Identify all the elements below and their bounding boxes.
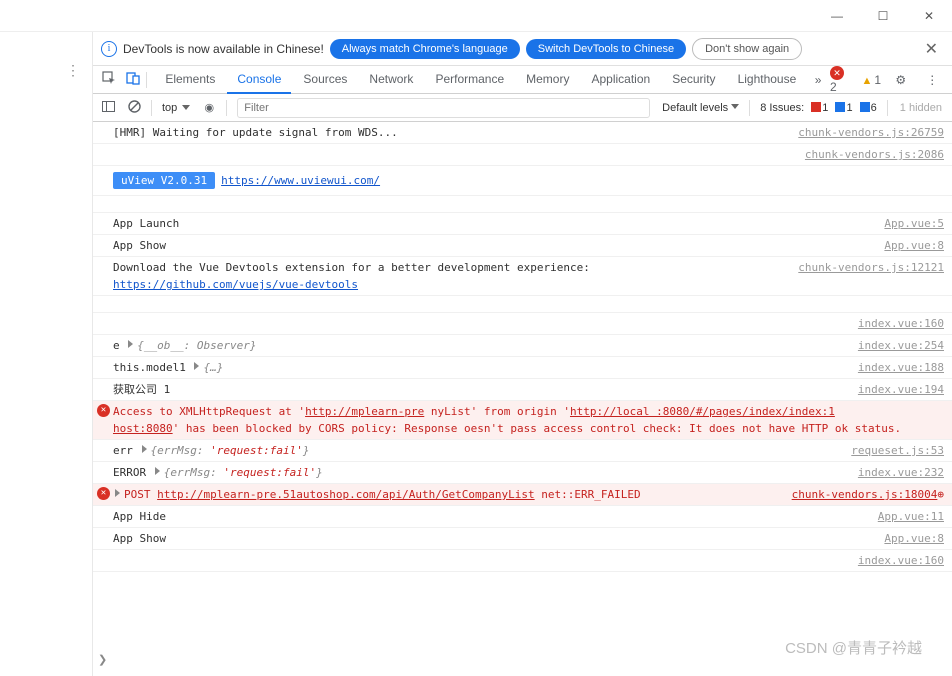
language-infobar: i DevTools is now available in Chinese! … xyxy=(93,32,952,66)
clear-console-icon[interactable] xyxy=(123,100,145,116)
uview-link[interactable]: https://www.uviewui.com/ xyxy=(221,174,380,187)
console-row: ✕POST http://mplearn-pre.51autoshop.com/… xyxy=(93,484,952,506)
source-link[interactable]: index.vue:188 xyxy=(858,361,944,374)
source-link[interactable]: chunk-vendors.js:18004 xyxy=(792,488,938,501)
expand-icon[interactable] xyxy=(194,362,199,370)
dont-show-again-button[interactable]: Don't show again xyxy=(692,38,802,60)
source-link[interactable]: App.vue:8 xyxy=(884,239,944,252)
device-toggle-icon[interactable] xyxy=(121,71,145,88)
tab-performance[interactable]: Performance xyxy=(425,66,514,93)
live-expression-icon[interactable]: ◉ xyxy=(198,101,220,114)
console-row: App ShowApp.vue:8 xyxy=(93,235,952,257)
prompt-caret-icon[interactable]: ❯ xyxy=(98,653,107,666)
vue-devtools-link[interactable]: https://github.com/vuejs/vue-devtools xyxy=(113,278,358,291)
console-row: ✕Access to XMLHttpRequest at 'http://mpl… xyxy=(93,401,952,440)
error-icon: ✕ xyxy=(97,404,110,417)
expand-icon[interactable] xyxy=(115,489,120,497)
switch-chinese-button[interactable]: Switch DevTools to Chinese xyxy=(526,39,686,59)
inspect-icon[interactable] xyxy=(97,71,121,88)
watermark-text: CSDN @青青子衿越 xyxy=(785,637,922,658)
console-row: this.model1 {…}index.vue:188 xyxy=(93,357,952,379)
always-match-button[interactable]: Always match Chrome's language xyxy=(330,39,520,59)
sidebar-toggle-icon[interactable] xyxy=(97,100,119,116)
info-icon: i xyxy=(101,41,117,57)
issues-summary[interactable]: 8 Issues: 1 1 6 xyxy=(756,102,881,114)
tab-application[interactable]: Application xyxy=(581,66,660,93)
panel-tabs: ElementsConsoleSourcesNetworkPerformance… xyxy=(155,66,806,93)
filter-input[interactable] xyxy=(237,98,650,118)
log-levels-selector[interactable]: Default levels xyxy=(658,102,743,114)
console-row: App ShowApp.vue:8 xyxy=(93,528,952,550)
toolbar-menu-icon[interactable]: ⋮ xyxy=(921,73,944,87)
console-row: e {__ob__: Observer}index.vue:254 xyxy=(93,335,952,357)
settings-icon[interactable]: ⚙ xyxy=(889,73,912,87)
console-row: index.vue:160 xyxy=(93,550,952,572)
console-row: uView V2.0.31 https://www.uviewui.com/ xyxy=(93,166,952,196)
kebab-menu-icon[interactable]: ⋮ xyxy=(66,62,80,79)
console-row: ERROR {errMsg: 'request:fail'}index.vue:… xyxy=(93,462,952,484)
source-link[interactable]: chunk-vendors.js:2086 xyxy=(805,148,944,161)
infobar-close-icon[interactable]: ✕ xyxy=(919,39,944,59)
source-link[interactable]: index.vue:160 xyxy=(858,317,944,330)
tab-memory[interactable]: Memory xyxy=(516,66,579,93)
console-output: [HMR] Waiting for update signal from WDS… xyxy=(93,122,952,676)
console-row: index.vue:160 xyxy=(93,313,952,335)
source-link[interactable]: App.vue:5 xyxy=(884,217,944,230)
expand-icon[interactable] xyxy=(155,467,160,475)
tab-security[interactable]: Security xyxy=(662,66,725,93)
tab-elements[interactable]: Elements xyxy=(155,66,225,93)
more-tabs-icon[interactable]: » xyxy=(806,73,830,87)
console-row: chunk-vendors.js:2086 xyxy=(93,144,952,166)
expand-icon[interactable] xyxy=(142,445,147,453)
expand-icon[interactable] xyxy=(128,340,133,348)
warning-count[interactable]: ▲1 xyxy=(861,73,881,87)
uview-badge: uView V2.0.31 xyxy=(113,172,215,189)
window-maximize-button[interactable]: ☐ xyxy=(860,0,906,32)
window-minimize-button[interactable]: — xyxy=(814,0,860,32)
source-link[interactable]: requeset.js:53 xyxy=(851,444,944,457)
source-link[interactable]: index.vue:194 xyxy=(858,383,944,396)
source-link[interactable]: chunk-vendors.js:12121 xyxy=(798,261,944,274)
console-row: [HMR] Waiting for update signal from WDS… xyxy=(93,122,952,144)
tab-network[interactable]: Network xyxy=(359,66,423,93)
main-toolbar: ElementsConsoleSourcesNetworkPerformance… xyxy=(93,66,952,94)
source-link[interactable]: index.vue:160 xyxy=(858,554,944,567)
request-url-link[interactable]: http://mplearn-pre.51autoshop.com/api/Au… xyxy=(157,488,535,501)
console-row: err {errMsg: 'request:fail'}requeset.js:… xyxy=(93,440,952,462)
window-close-button[interactable]: ✕ xyxy=(906,0,952,32)
devtools-panel: i DevTools is now available in Chinese! … xyxy=(93,32,952,676)
infobar-text: DevTools is now available in Chinese! xyxy=(123,42,324,56)
tab-lighthouse[interactable]: Lighthouse xyxy=(728,66,807,93)
error-icon: ✕ xyxy=(97,487,110,500)
window-titlebar: — ☐ ✕ xyxy=(0,0,952,32)
console-row: App LaunchApp.vue:5 xyxy=(93,213,952,235)
source-link[interactable]: index.vue:232 xyxy=(858,466,944,479)
error-count[interactable]: ✕ 2 xyxy=(830,65,854,95)
source-link[interactable]: chunk-vendors.js:26759 xyxy=(798,126,944,139)
source-link[interactable]: index.vue:254 xyxy=(858,339,944,352)
console-filterbar: top ◉ Default levels 8 Issues: 1 1 6 1 h… xyxy=(93,94,952,122)
hidden-count: 1 hidden xyxy=(894,102,948,114)
tab-sources[interactable]: Sources xyxy=(293,66,357,93)
console-row: Download the Vue Devtools extension for … xyxy=(93,257,952,296)
console-row: App HideApp.vue:11 xyxy=(93,506,952,528)
console-row: 获取公司 1index.vue:194 xyxy=(93,379,952,401)
left-gutter: ⋮ xyxy=(0,32,93,676)
source-link[interactable]: App.vue:11 xyxy=(878,510,944,523)
context-selector[interactable]: top xyxy=(158,102,194,114)
tab-console[interactable]: Console xyxy=(227,66,291,94)
source-link[interactable]: App.vue:8 xyxy=(884,532,944,545)
